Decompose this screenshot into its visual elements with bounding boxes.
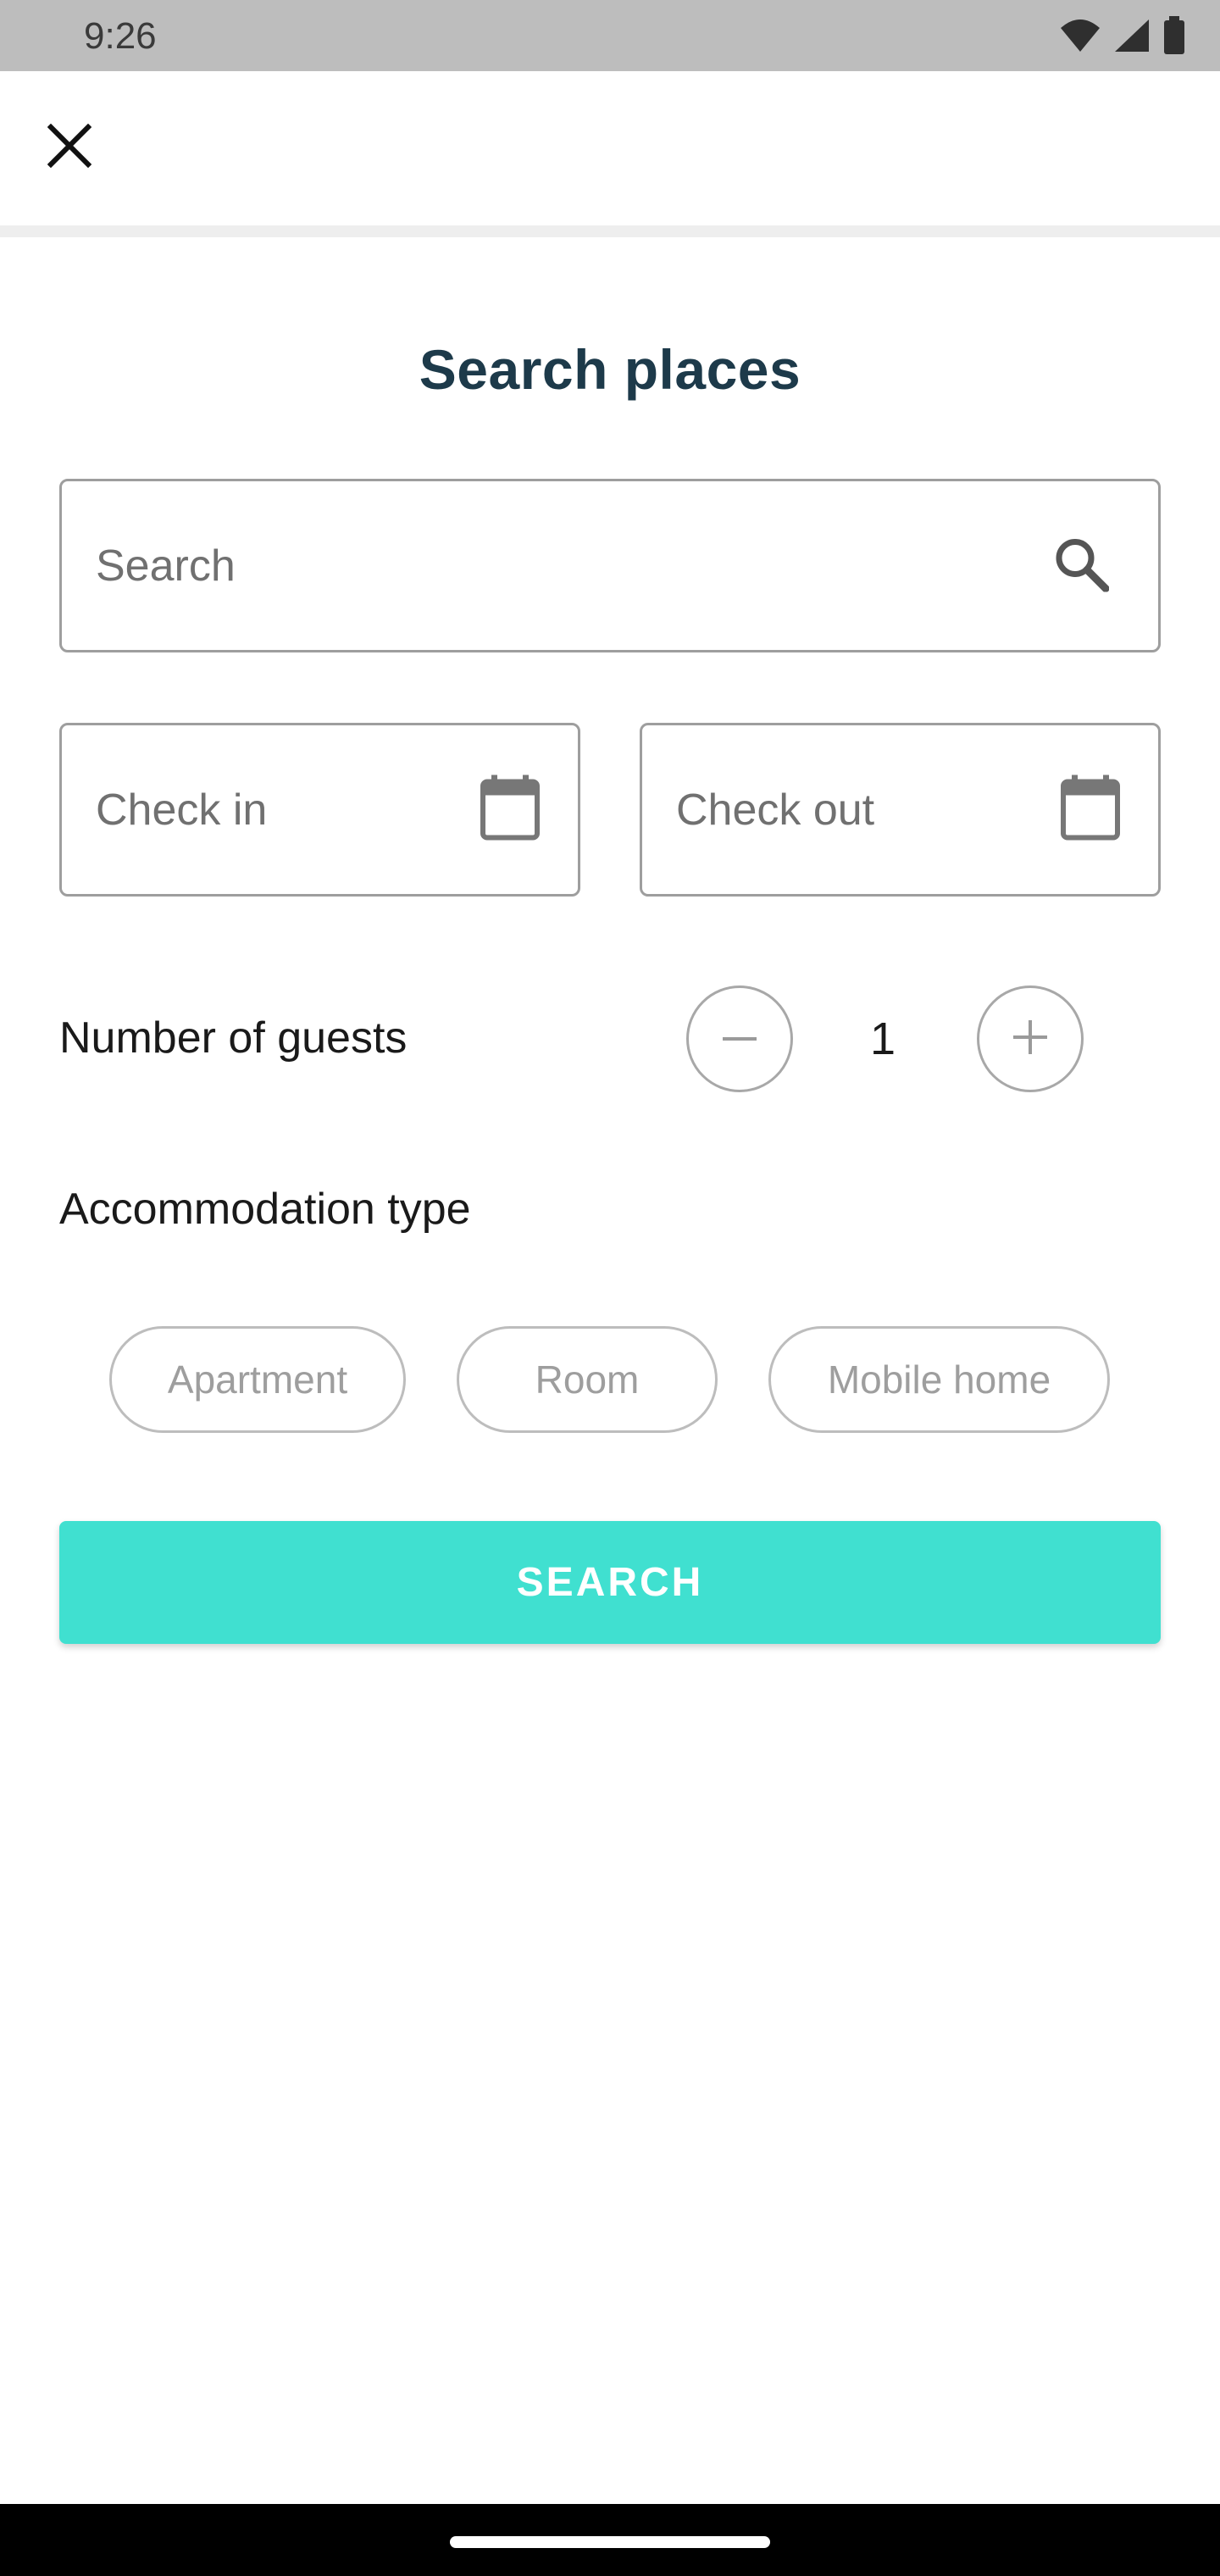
guest-count: 1: [869, 1013, 896, 1064]
chip-mobile-home[interactable]: Mobile home: [768, 1326, 1110, 1433]
calendar-icon[interactable]: [1060, 774, 1121, 845]
close-button[interactable]: [25, 103, 114, 192]
accommodation-type-label: Accommodation type: [59, 1185, 471, 1234]
wifi-icon: [1059, 18, 1101, 53]
battery-icon: [1162, 16, 1186, 55]
chip-room[interactable]: Room: [457, 1326, 718, 1433]
search-button[interactable]: SEARCH: [59, 1521, 1161, 1644]
status-bar: 9:26: [0, 0, 1220, 71]
search-input[interactable]: Search: [59, 479, 1161, 652]
close-icon: [47, 123, 92, 172]
search-icon[interactable]: [1053, 536, 1110, 596]
minus-icon: [723, 1031, 757, 1046]
page-title: Search places: [419, 338, 801, 401]
home-gesture-handle[interactable]: [450, 2536, 770, 2548]
cellular-signal-icon: [1113, 18, 1151, 53]
increment-guests-button[interactable]: [977, 985, 1084, 1092]
search-placeholder: Search: [96, 541, 236, 591]
app-bar-divider: [0, 225, 1220, 237]
status-time: 9:26: [84, 15, 157, 57]
app-bar: [0, 71, 1220, 225]
calendar-icon[interactable]: [480, 774, 541, 845]
decrement-guests-button[interactable]: [686, 985, 793, 1092]
status-icons: [1059, 15, 1186, 56]
check-in-field[interactable]: Check in: [59, 723, 580, 897]
check-out-placeholder: Check out: [676, 785, 875, 835]
plus-icon: [1013, 1019, 1047, 1058]
guests-label: Number of guests: [59, 1013, 408, 1063]
navigation-bar: [0, 2504, 1220, 2576]
check-in-placeholder: Check in: [96, 785, 268, 835]
chip-apartment[interactable]: Apartment: [109, 1326, 406, 1433]
check-out-field[interactable]: Check out: [640, 723, 1161, 897]
